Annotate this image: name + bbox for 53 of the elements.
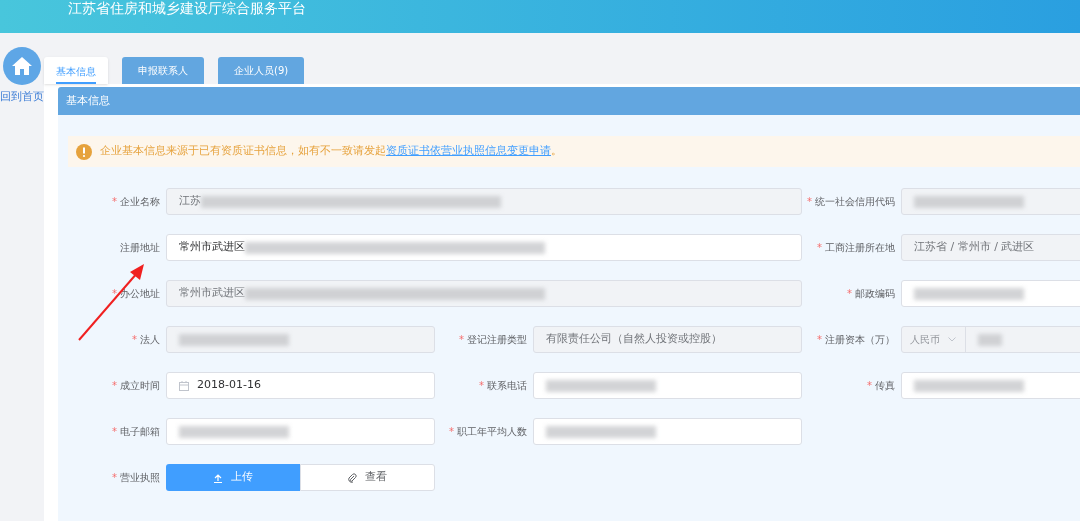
- field-label: 职工年平均人数: [457, 425, 527, 439]
- input-field[interactable]: [901, 280, 1080, 307]
- input-field[interactable]: 常州市武进区: [166, 234, 802, 261]
- field-label: 电子邮箱: [120, 425, 160, 439]
- required-marker: *: [449, 425, 454, 439]
- field-label: 成立时间: [120, 379, 160, 393]
- input-field[interactable]: [533, 372, 802, 399]
- upload-icon: [212, 472, 223, 483]
- tab[interactable]: 基本信息: [44, 57, 108, 84]
- platform-title: 江苏省住房和城乡建设厅综合服务平台: [68, 1, 306, 15]
- view-button[interactable]: 查看: [299, 464, 435, 491]
- required-marker: *: [112, 287, 117, 301]
- required-marker: *: [847, 287, 852, 301]
- field-label: 法人: [140, 333, 160, 347]
- input-field[interactable]: [533, 418, 802, 445]
- required-marker: *: [112, 195, 117, 209]
- field-label: 注册资本（万）: [825, 333, 895, 347]
- paperclip-icon: [347, 472, 358, 483]
- input-field[interactable]: [166, 418, 435, 445]
- home-icon: [12, 57, 32, 75]
- change-request-link[interactable]: 资质证书依营业执照信息变更申请: [386, 144, 551, 158]
- home-link[interactable]: 回到首页: [0, 89, 44, 106]
- notice-text: 企业基本信息来源于已有资质证书信息，如有不一致请发起资质证书依营业执照信息变更申请。: [100, 143, 562, 160]
- warning-icon: [76, 143, 92, 160]
- date-field[interactable]: 2018-01-16: [166, 372, 435, 399]
- field-label: 统一社会信用代码: [815, 195, 895, 209]
- field-label: 营业执照: [120, 471, 160, 485]
- required-marker: *: [807, 195, 812, 209]
- field-label: 传真: [875, 379, 895, 393]
- field-label: 企业名称: [120, 195, 160, 209]
- field-label: 邮政编码: [855, 287, 895, 301]
- required-marker: *: [867, 379, 872, 393]
- calendar-icon: [179, 380, 189, 391]
- field-label: 登记注册类型: [467, 333, 527, 347]
- required-marker: *: [479, 379, 484, 393]
- field-label: 注册地址: [120, 241, 160, 255]
- tab[interactable]: 申报联系人: [122, 57, 204, 84]
- required-marker: *: [112, 379, 117, 393]
- required-marker: *: [132, 333, 137, 347]
- required-marker: *: [459, 333, 464, 347]
- section-header: 基本信息: [58, 87, 1080, 115]
- upload-button[interactable]: 上传: [166, 464, 300, 491]
- chevron-down-icon: [948, 337, 956, 342]
- currency-value: 人民币: [910, 333, 940, 347]
- required-marker: *: [817, 333, 822, 347]
- input-field[interactable]: [901, 372, 1080, 399]
- field-label: 工商注册所在地: [825, 241, 895, 255]
- required-marker: *: [112, 425, 117, 439]
- required-marker: *: [817, 241, 822, 255]
- required-marker: *: [112, 471, 117, 485]
- home-button[interactable]: [3, 47, 41, 85]
- field-label: 联系电话: [487, 379, 527, 393]
- tab[interactable]: 企业人员(9): [218, 57, 305, 84]
